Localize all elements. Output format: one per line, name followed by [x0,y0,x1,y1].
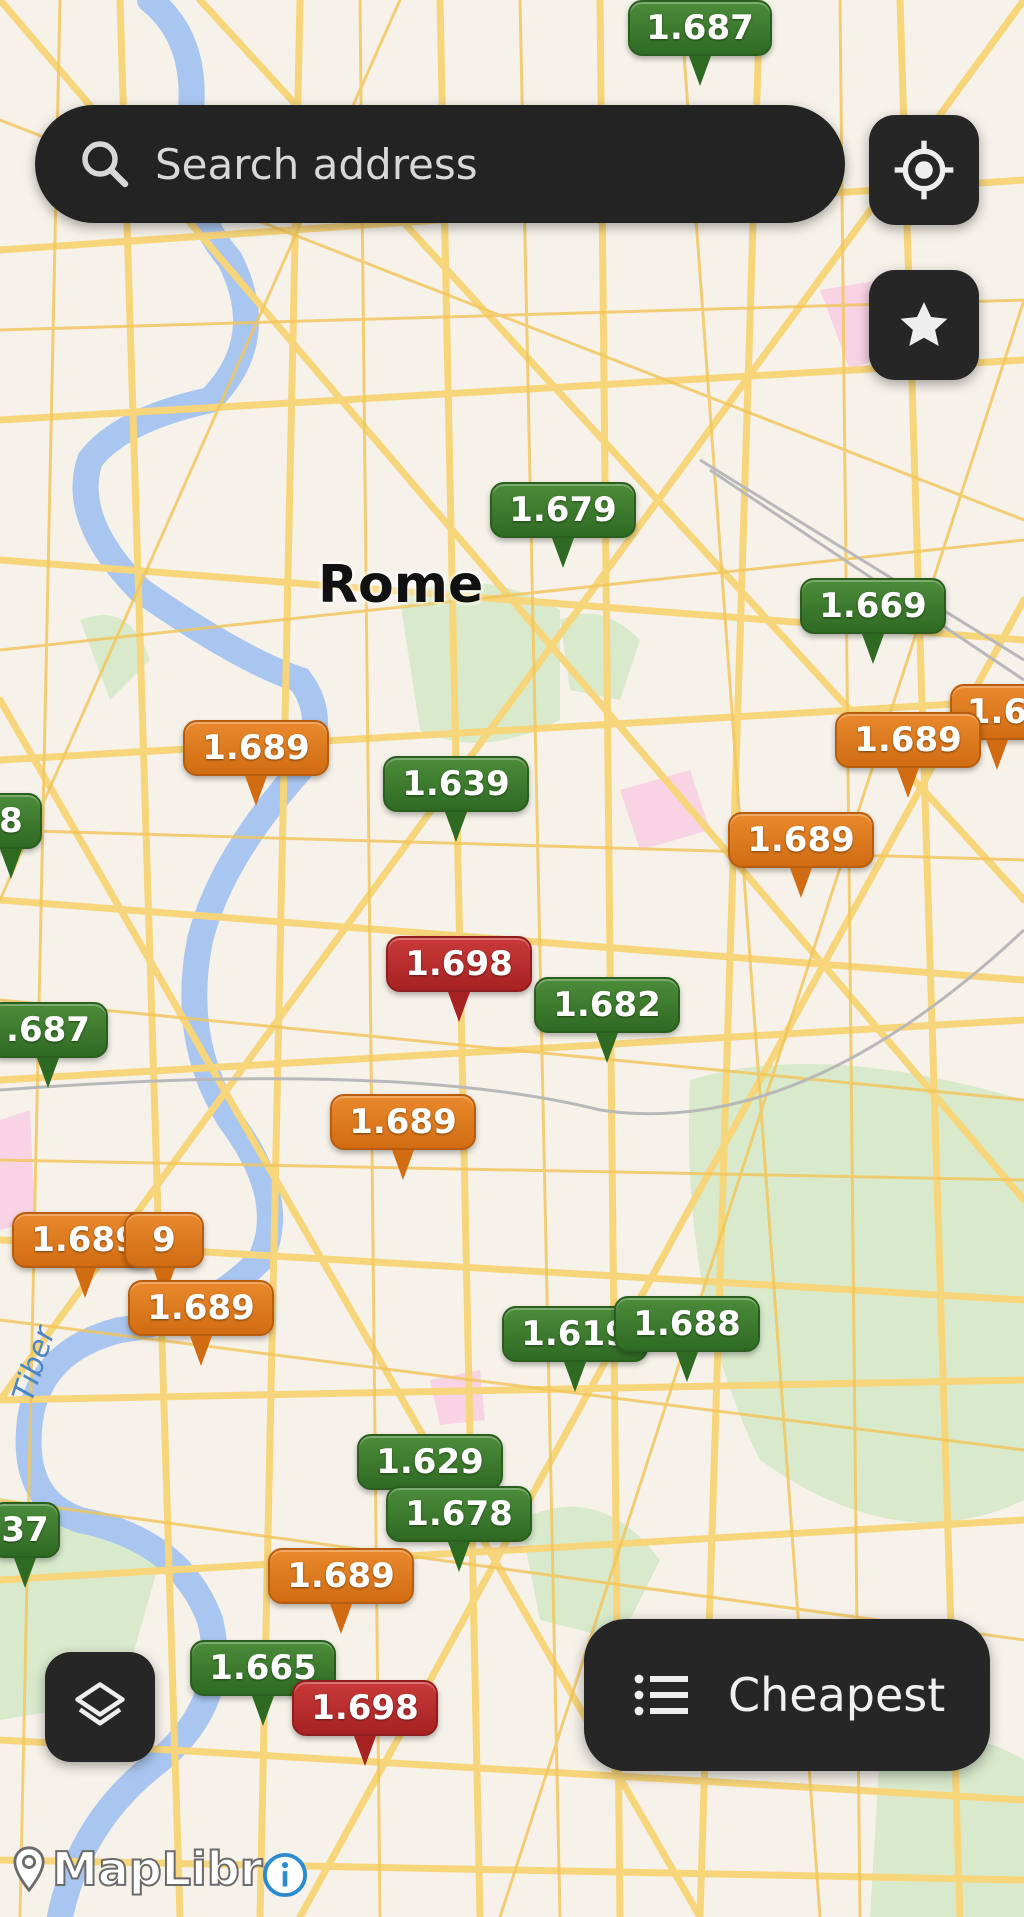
price-label: 9 [124,1212,204,1268]
info-icon[interactable] [262,1852,308,1898]
crosshair-icon [894,140,954,200]
price-label: 1.682 [534,977,680,1033]
marker-pointer [245,776,267,806]
favorites-button[interactable] [869,270,979,380]
layers-button[interactable] [45,1652,155,1762]
marker-pointer [552,538,574,568]
maplibre-logo[interactable]: MapLibre [12,1841,295,1897]
search-input[interactable] [153,138,757,190]
price-label: 1.687 [628,0,772,56]
list-icon [634,1674,688,1716]
price-label: 1.689 [835,712,981,768]
marker-pointer [448,1542,470,1572]
price-marker[interactable]: 1.639 [383,756,529,842]
price-label: 1.689 [268,1548,414,1604]
price-label: 1.689 [330,1094,476,1150]
marker-pointer [897,768,919,798]
price-marker[interactable]: 1.669 [800,578,946,664]
marker-pointer [252,1696,274,1726]
price-label: 1.639 [383,756,529,812]
star-icon [900,302,948,347]
price-label: 1.689 [183,720,329,776]
price-marker[interactable]: .687 [0,1002,108,1088]
price-marker[interactable]: 1.689 [835,712,981,798]
marker-pointer [596,1033,618,1063]
marker-pointer [392,1150,414,1180]
cheapest-button[interactable]: Cheapest [584,1619,990,1771]
city-label: Rome [318,555,484,615]
price-marker[interactable]: 1.689 [728,812,874,898]
price-label: 8 [0,793,42,849]
search-icon [82,141,129,188]
price-marker[interactable]: 1.682 [534,977,680,1063]
price-label: 1.669 [800,578,946,634]
marker-pointer [689,56,711,86]
locate-button[interactable] [869,115,979,225]
price-marker[interactable]: 1.689 [128,1280,274,1366]
layers-icon [75,1682,125,1726]
marker-pointer [986,740,1008,770]
map-pin-icon [13,1846,45,1893]
marker-pointer [354,1736,376,1766]
price-marker[interactable]: 1.679 [490,482,636,568]
marker-pointer [37,1058,59,1088]
attribution-label: MapLibre [51,1841,295,1897]
price-label: 1.698 [386,936,532,992]
price-label: 1.698 [292,1680,438,1736]
price-marker[interactable]: 1.688 [614,1296,760,1382]
marker-pointer [448,992,470,1022]
price-label: .687 [0,1002,108,1058]
price-marker[interactable]: 1.687 [628,0,772,86]
price-label: 1.689 [128,1280,274,1336]
price-marker[interactable]: 1.689 [268,1548,414,1634]
cheapest-label: Cheapest [728,1668,946,1722]
price-marker[interactable]: 8 [0,793,42,879]
search-bar[interactable] [35,105,845,223]
price-label: 1.629 [357,1434,503,1490]
marker-pointer [676,1352,698,1382]
price-label: 1.678 [386,1486,532,1542]
marker-pointer [564,1362,586,1392]
marker-pointer [74,1268,96,1298]
marker-pointer [0,849,22,879]
marker-pointer [190,1336,212,1366]
marker-pointer [14,1558,36,1588]
price-marker[interactable]: 37 [0,1502,60,1588]
price-marker[interactable]: 1.689 [183,720,329,806]
price-marker[interactable]: 1.698 [386,936,532,1022]
marker-pointer [330,1604,352,1634]
price-label: 37 [0,1502,60,1558]
price-marker[interactable]: 1.698 [292,1680,438,1766]
price-label: 1.689 [728,812,874,868]
price-label: 1.688 [614,1296,760,1352]
price-marker[interactable]: 1.689 [330,1094,476,1180]
marker-pointer [790,868,812,898]
marker-pointer [445,812,467,842]
price-label: 1.679 [490,482,636,538]
marker-pointer [862,634,884,664]
